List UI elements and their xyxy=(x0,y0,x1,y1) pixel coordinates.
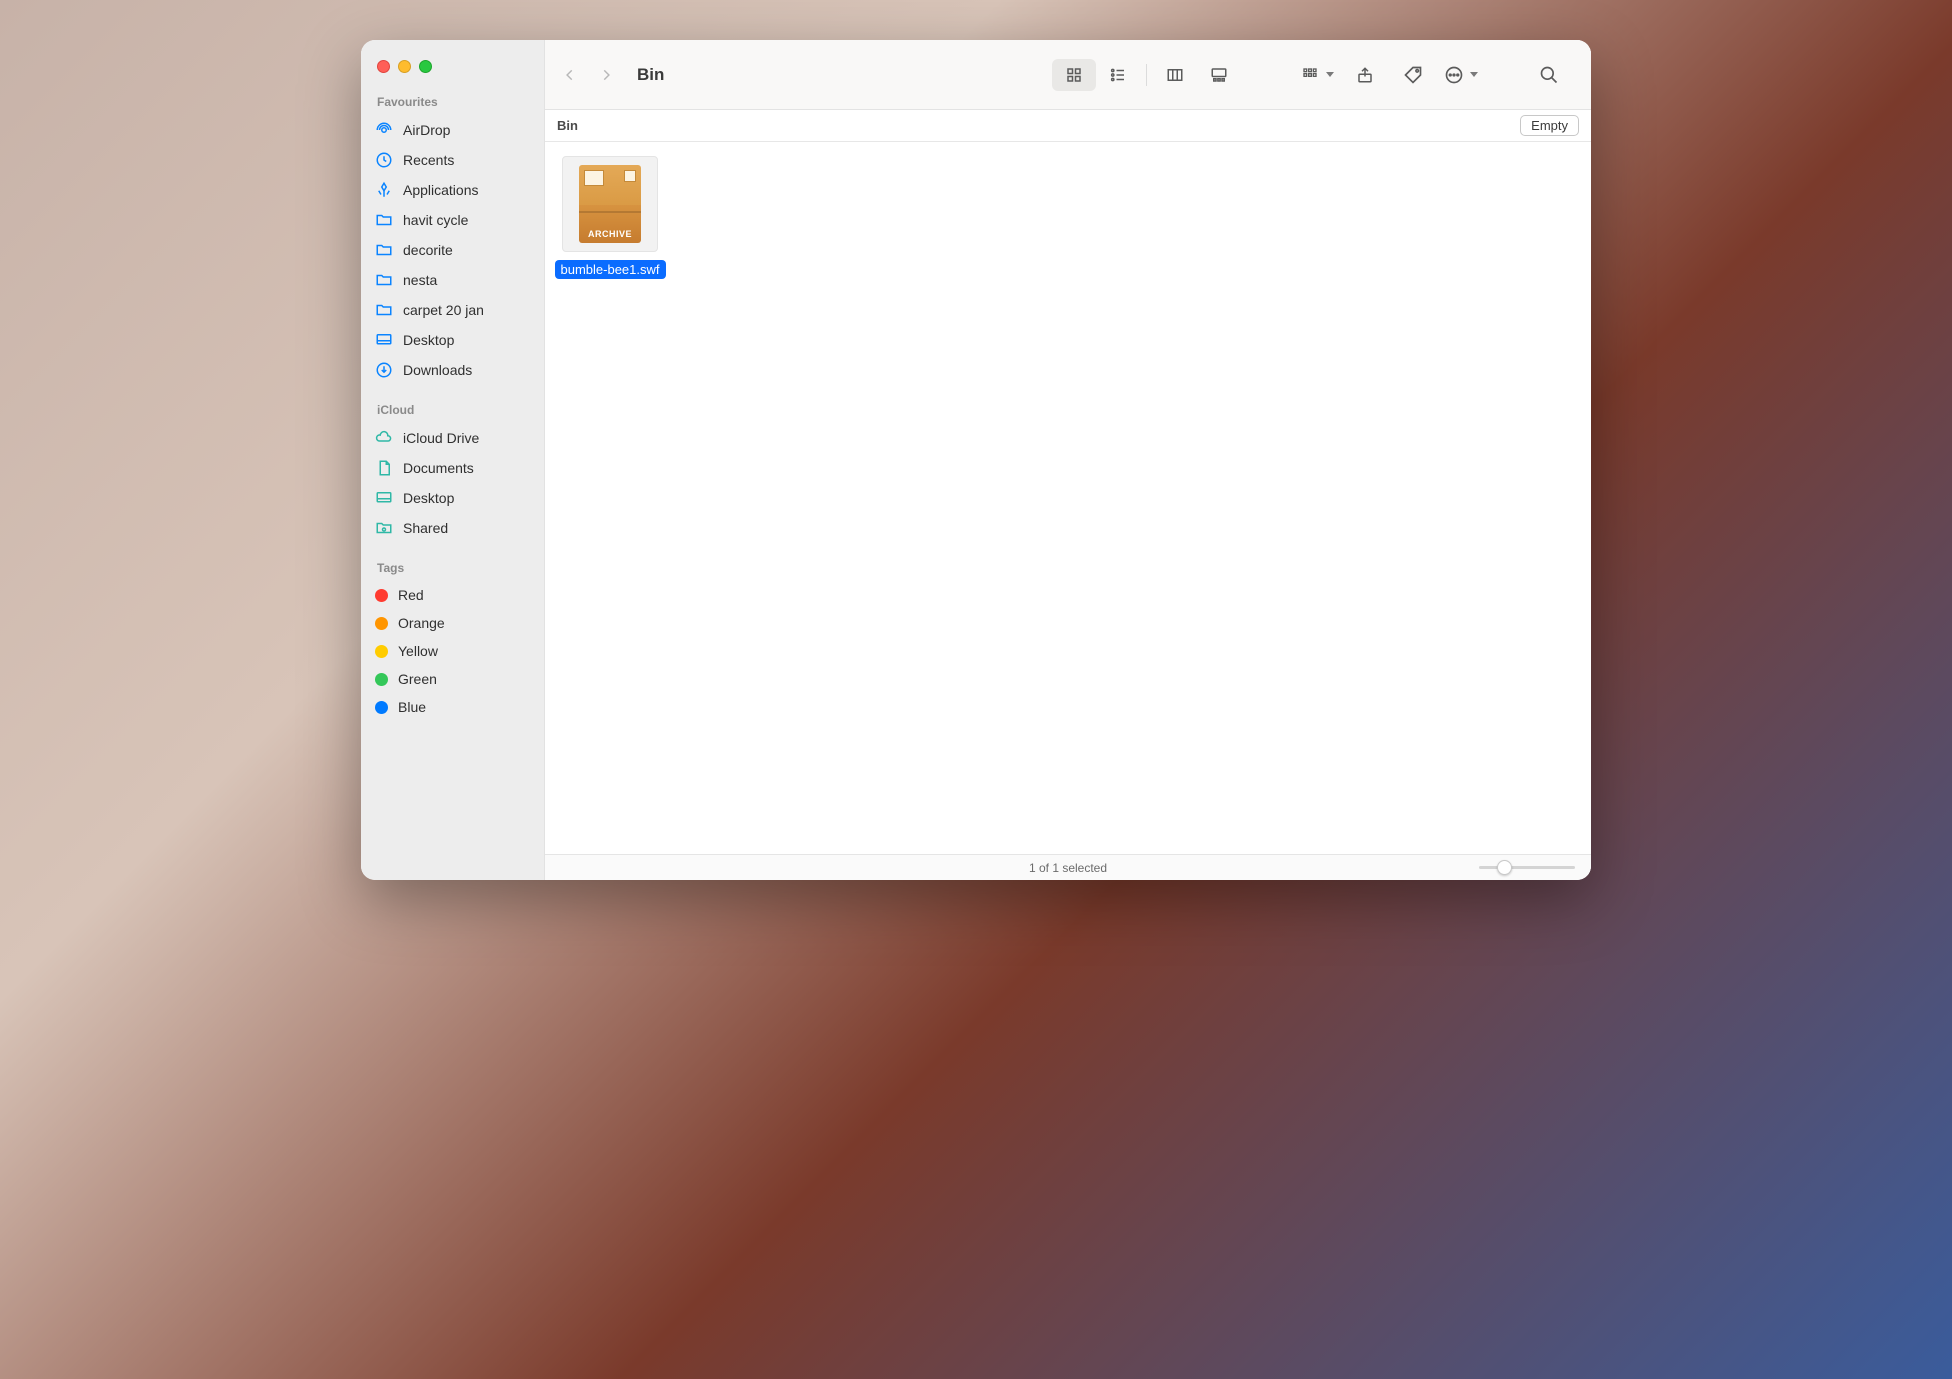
window-controls xyxy=(361,56,544,91)
sidebar-item-label: AirDrop xyxy=(403,122,450,138)
archive-badge: ARCHIVE xyxy=(588,229,632,239)
finder-window: Favourites AirDrop Recents Applications … xyxy=(361,40,1591,880)
empty-bin-button[interactable]: Empty xyxy=(1520,115,1579,136)
share-button[interactable] xyxy=(1345,59,1385,91)
sidebar-item-carpet-20-jan[interactable]: carpet 20 jan xyxy=(361,295,544,325)
folder-icon xyxy=(375,211,393,229)
tags-button[interactable] xyxy=(1393,59,1433,91)
toolbar: Bin xyxy=(545,40,1591,110)
downloads-icon xyxy=(375,361,393,379)
file-icon: ARCHIVE xyxy=(562,156,658,252)
sidebar-item-label: Yellow xyxy=(398,643,438,659)
applications-icon xyxy=(375,181,393,199)
sidebar-item-label: Blue xyxy=(398,699,426,715)
gallery-view-button[interactable] xyxy=(1197,59,1241,91)
tag-dot-icon xyxy=(375,617,388,630)
icon-size-slider[interactable] xyxy=(1479,866,1575,869)
sidebar-tag-blue[interactable]: Blue xyxy=(361,693,544,721)
main-area: Bin Bin Empty xyxy=(545,40,1591,880)
sidebar-item-label: havit cycle xyxy=(403,212,468,228)
sidebar-item-label: Desktop xyxy=(403,490,454,506)
tag-dot-icon xyxy=(375,701,388,714)
sidebar-tag-red[interactable]: Red xyxy=(361,581,544,609)
shared-folder-icon xyxy=(375,519,393,537)
clock-icon xyxy=(375,151,393,169)
sidebar-item-label: nesta xyxy=(403,272,437,288)
cloud-icon xyxy=(375,429,393,447)
sidebar-item-nesta[interactable]: nesta xyxy=(361,265,544,295)
sidebar-item-shared[interactable]: Shared xyxy=(361,513,544,543)
window-title: Bin xyxy=(637,65,664,85)
sidebar-item-label: Orange xyxy=(398,615,445,631)
sidebar-item-label: Downloads xyxy=(403,362,472,378)
sidebar-item-label: iCloud Drive xyxy=(403,430,479,446)
sidebar-item-label: Red xyxy=(398,587,424,603)
folder-icon xyxy=(375,301,393,319)
sidebar-item-label: Recents xyxy=(403,152,454,168)
sidebar-item-label: Applications xyxy=(403,182,479,198)
sidebar-section-tags: Tags xyxy=(361,557,544,581)
sidebar-tag-orange[interactable]: Orange xyxy=(361,609,544,637)
sidebar-section-icloud: iCloud xyxy=(361,399,544,423)
sidebar-item-label: Shared xyxy=(403,520,448,536)
list-view-button[interactable] xyxy=(1096,59,1140,91)
airdrop-icon xyxy=(375,121,393,139)
sidebar-item-airdrop[interactable]: AirDrop xyxy=(361,115,544,145)
file-grid[interactable]: ARCHIVE bumble-bee1.swf xyxy=(545,142,1591,854)
sidebar-tag-yellow[interactable]: Yellow xyxy=(361,637,544,665)
tag-dot-icon xyxy=(375,673,388,686)
fullscreen-window-button[interactable] xyxy=(419,60,432,73)
forward-button[interactable] xyxy=(591,60,621,90)
status-text: 1 of 1 selected xyxy=(1029,861,1107,875)
sidebar-tag-green[interactable]: Green xyxy=(361,665,544,693)
minimize-window-button[interactable] xyxy=(398,60,411,73)
file-item[interactable]: ARCHIVE bumble-bee1.swf xyxy=(561,156,659,279)
document-icon xyxy=(375,459,393,477)
group-by-button[interactable] xyxy=(1297,59,1337,91)
file-name-label[interactable]: bumble-bee1.swf xyxy=(555,260,666,279)
sidebar-item-downloads[interactable]: Downloads xyxy=(361,355,544,385)
sidebar-item-desktop[interactable]: Desktop xyxy=(361,325,544,355)
archive-icon: ARCHIVE xyxy=(579,165,641,243)
tag-dot-icon xyxy=(375,645,388,658)
sidebar-item-label: Desktop xyxy=(403,332,454,348)
view-mode-group xyxy=(1050,57,1243,93)
sidebar-item-havit-cycle[interactable]: havit cycle xyxy=(361,205,544,235)
sidebar-item-applications[interactable]: Applications xyxy=(361,175,544,205)
desktop-icon xyxy=(375,489,393,507)
folder-icon xyxy=(375,241,393,259)
sidebar-item-label: carpet 20 jan xyxy=(403,302,484,318)
close-window-button[interactable] xyxy=(377,60,390,73)
sidebar-item-icloud-drive[interactable]: iCloud Drive xyxy=(361,423,544,453)
desktop-icon xyxy=(375,331,393,349)
sidebar-item-decorite[interactable]: decorite xyxy=(361,235,544,265)
sidebar-section-favourites: Favourites xyxy=(361,91,544,115)
icon-view-button[interactable] xyxy=(1052,59,1096,91)
path-location: Bin xyxy=(557,118,578,133)
search-button[interactable] xyxy=(1529,59,1569,91)
folder-icon xyxy=(375,271,393,289)
sidebar-item-icloud-desktop[interactable]: Desktop xyxy=(361,483,544,513)
sidebar-item-label: Green xyxy=(398,671,437,687)
back-button[interactable] xyxy=(555,60,585,90)
path-bar: Bin Empty xyxy=(545,110,1591,142)
status-bar: 1 of 1 selected xyxy=(545,854,1591,880)
more-actions-button[interactable] xyxy=(1441,59,1481,91)
column-view-button[interactable] xyxy=(1153,59,1197,91)
sidebar-item-recents[interactable]: Recents xyxy=(361,145,544,175)
sidebar-item-documents[interactable]: Documents xyxy=(361,453,544,483)
tag-dot-icon xyxy=(375,589,388,602)
sidebar: Favourites AirDrop Recents Applications … xyxy=(361,40,545,880)
sidebar-item-label: Documents xyxy=(403,460,474,476)
sidebar-item-label: decorite xyxy=(403,242,453,258)
